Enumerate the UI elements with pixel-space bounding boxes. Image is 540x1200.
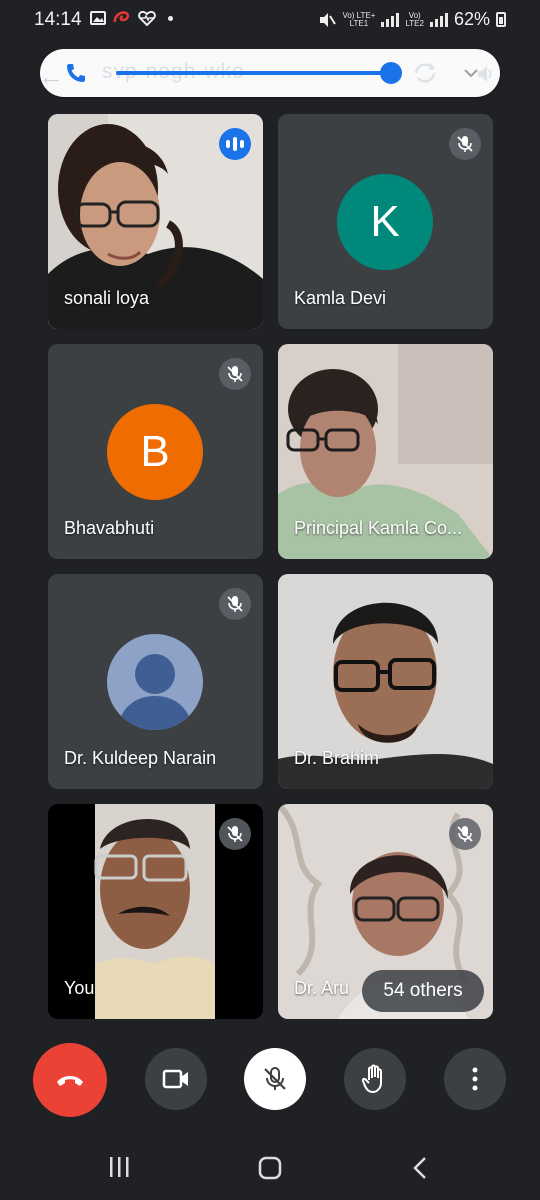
participant-tile-self[interactable]: You [48, 804, 263, 1019]
airtel-icon [113, 11, 130, 23]
battery-percent: 62% [453, 9, 490, 29]
avatar [107, 634, 203, 730]
participant-name: Dr. Kuldeep Narain [64, 748, 217, 768]
camera-toggle-button[interactable] [145, 1048, 207, 1110]
volume-slider[interactable] [116, 71, 392, 75]
avatar-initial: K [370, 197, 400, 246]
participant-name: Dr. Brahim [294, 748, 380, 768]
notification-icons [90, 10, 173, 26]
switch-camera-icon[interactable] [412, 61, 438, 85]
system-navigation-bar [0, 1140, 540, 1200]
participant-name: Bhavabhuti [64, 518, 155, 538]
participant-tile[interactable]: Dr. Kuldeep Narain [48, 574, 263, 789]
mic-off-icon [219, 818, 251, 850]
battery-icon [496, 12, 506, 27]
home-icon[interactable] [258, 1156, 282, 1180]
speaking-indicator-icon [219, 128, 251, 160]
participant-tile[interactable]: K Kamla Devi [278, 114, 493, 329]
avatar: B [107, 404, 203, 500]
volume-slider-thumb[interactable] [380, 62, 402, 84]
system-status: Vo) LTE+ LTE1 Vo) LTE2 62% [318, 9, 506, 30]
back-arrow-icon[interactable]: ← [38, 61, 64, 92]
participant-tile[interactable]: B Bhavabhuti [48, 344, 263, 559]
participant-name: Dr. Aru [294, 978, 350, 998]
participant-name: You [64, 978, 95, 998]
clock: 14:14 [34, 9, 82, 30]
mic-off-icon [449, 818, 481, 850]
others-count-label: 54 others [383, 980, 463, 1001]
health-heart-icon [138, 10, 156, 26]
mic-off-icon [449, 128, 481, 160]
more-options-button[interactable] [444, 1048, 506, 1110]
sim1-indicator: Vo) LTE+ LTE1 [342, 10, 376, 28]
gallery-icon [90, 11, 106, 25]
mic-toggle-button[interactable] [244, 1048, 306, 1110]
phone-icon[interactable] [64, 61, 88, 85]
participant-name: Kamla Devi [294, 288, 387, 308]
recent-apps-icon[interactable] [108, 1156, 132, 1178]
participant-name: sonali loya [64, 288, 150, 308]
avatar: K [337, 174, 433, 270]
hang-up-icon [57, 1076, 83, 1086]
mic-off-icon [219, 358, 251, 390]
meeting-header: ← svp-negh-wko [38, 49, 500, 97]
mic-off-icon [264, 1067, 286, 1090]
mic-off-icon [219, 588, 251, 620]
more-notifications-dot [168, 15, 173, 21]
signal1-icon [381, 12, 400, 27]
status-bar: 14:14 Vo) LTE+ LTE1 Vo) LTE2 62% [0, 0, 540, 38]
back-icon[interactable] [412, 1156, 428, 1180]
hand-icon [361, 1064, 382, 1093]
avatar-initial: B [140, 427, 170, 476]
sim2-indicator: Vo) LTE2 [405, 10, 424, 28]
raise-hand-button[interactable] [344, 1048, 406, 1110]
mute-notification-icon [320, 12, 337, 27]
participant-tile[interactable]: Dr. Brahim [278, 574, 493, 789]
participant-tile[interactable]: sonali loya [48, 114, 263, 329]
video-camera-icon [162, 1069, 188, 1089]
others-count-chip[interactable]: 54 others [362, 970, 484, 1012]
participant-tile[interactable]: Principal Kamla Co... [278, 344, 493, 559]
more-vert-icon [472, 1067, 478, 1091]
end-call-button[interactable] [33, 1043, 107, 1117]
signal2-icon [429, 12, 448, 27]
default-profile-icon [117, 654, 193, 730]
participant-name: Principal Kamla Co... [294, 518, 463, 538]
audio-output-icon[interactable] [464, 62, 494, 86]
